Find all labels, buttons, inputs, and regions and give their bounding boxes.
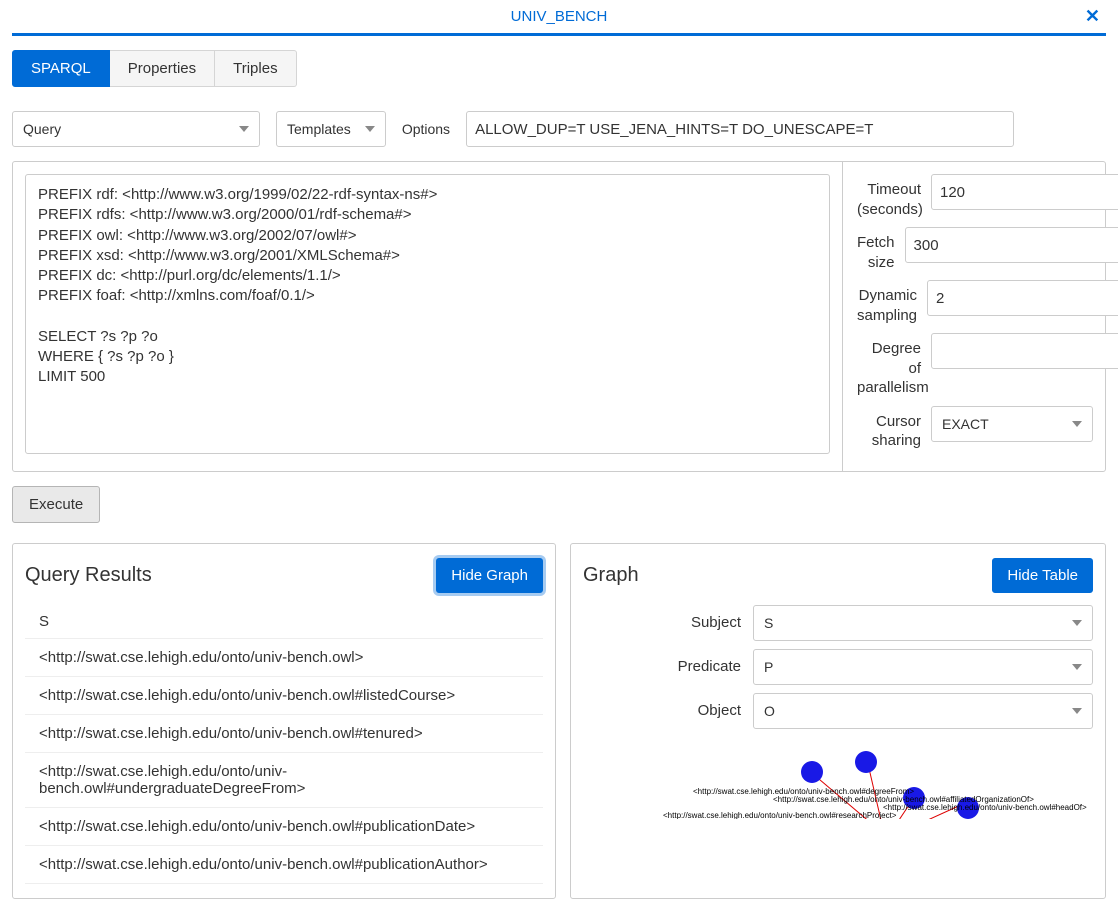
table-row[interactable]: <http://swat.cse.lehigh.edu/onto/univ-be… [25,677,543,715]
dynamic-sampling-input[interactable] [927,280,1118,316]
object-select[interactable]: O [753,693,1093,729]
execute-button[interactable]: Execute [12,486,100,523]
side-panel: Timeout (seconds) Fetch size Dynamic sam… [843,162,1105,471]
predicate-value: P [764,659,773,675]
object-value: O [764,703,775,719]
tabs: SPARQL Properties Triples [12,50,1106,87]
chevron-down-icon [239,126,249,132]
fetch-size-input[interactable] [905,227,1118,263]
graph-node[interactable] [801,761,823,783]
options-input[interactable] [466,111,1014,147]
close-icon[interactable]: ✕ [1085,6,1100,27]
cursor-sharing-select[interactable]: EXACT [931,406,1093,442]
dynamic-sampling-label: Dynamic sampling [857,280,927,325]
query-select-label: Query [23,121,61,137]
predicate-label: Predicate [583,658,753,675]
options-label: Options [402,121,450,137]
fetch-size-label: Fetch size [857,227,905,272]
chevron-down-icon [365,126,375,132]
graph-node[interactable] [855,751,877,773]
editor-panels: Timeout (seconds) Fetch size Dynamic sam… [12,161,1106,472]
timeout-label: Timeout (seconds) [857,174,931,219]
header: UNIV_BENCH ✕ [12,0,1106,36]
query-results-title: Query Results [25,564,152,587]
graph-title: Graph [583,564,639,587]
subject-select[interactable]: S [753,605,1093,641]
query-controls-row: Query Templates Options [12,111,1106,147]
tab-sparql[interactable]: SPARQL [12,50,110,87]
editor-panel [13,162,843,471]
templates-select-label: Templates [287,121,351,137]
timeout-input[interactable] [931,174,1118,210]
page-title: UNIV_BENCH [511,8,608,25]
subject-label: Subject [583,614,753,631]
object-label: Object [583,702,753,719]
tab-properties[interactable]: Properties [110,50,215,87]
subject-value: S [764,615,773,631]
parallelism-input[interactable] [931,333,1118,369]
table-row[interactable]: <http://swat.cse.lehigh.edu/onto/univ-be… [25,808,543,846]
templates-select[interactable]: Templates [276,111,386,147]
sparql-editor[interactable] [25,174,830,454]
chevron-down-icon [1072,708,1082,714]
graph-node-label: <http://swat.cse.lehigh.edu/onto/univ-be… [663,811,896,819]
hide-graph-button[interactable]: Hide Graph [436,558,543,593]
cursor-sharing-value: EXACT [942,416,989,432]
chevron-down-icon [1072,620,1082,626]
query-results-card: Query Results Hide Graph S <http://swat.… [12,543,556,899]
cursor-sharing-label: Cursor sharing [857,406,931,451]
table-row[interactable]: <http://swat.cse.lehigh.edu/onto/univ-be… [25,846,543,884]
table-row[interactable]: <http://swat.cse.lehigh.edu/onto/univ-be… [25,715,543,753]
results-column-header: S [25,605,543,639]
chevron-down-icon [1072,421,1082,427]
graph-controls: Subject S Predicate P Object [583,605,1093,729]
graph-node-label: <http://swat.cse.lehigh.edu/onto/univ-be… [883,803,1087,812]
parallelism-label: Degree of parallelism [857,333,931,398]
results-row: Query Results Hide Graph S <http://swat.… [12,543,1106,899]
chevron-down-icon [1072,664,1082,670]
hide-table-button[interactable]: Hide Table [992,558,1093,593]
predicate-select[interactable]: P [753,649,1093,685]
graph-visualization[interactable]: <http://swat.cse.lehigh.edu/onto/univ-be… [583,749,1093,819]
query-select[interactable]: Query [12,111,260,147]
graph-card: Graph Hide Table Subject S Predicate P [570,543,1106,899]
tab-triples[interactable]: Triples [215,50,296,87]
table-row[interactable]: <http://swat.cse.lehigh.edu/onto/univ-be… [25,753,543,808]
table-row[interactable]: <http://swat.cse.lehigh.edu/onto/univ-be… [25,639,543,677]
